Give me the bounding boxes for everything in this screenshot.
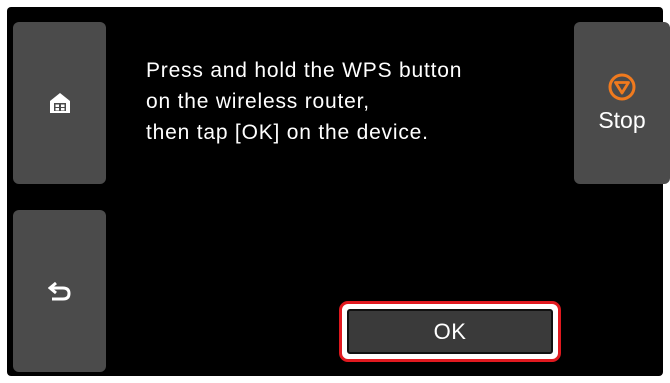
ok-label: OK <box>433 318 467 344</box>
stop-icon <box>608 73 636 101</box>
home-button[interactable] <box>13 22 106 184</box>
instruction-message: Press and hold the WPS button on the wir… <box>146 59 463 144</box>
stop-label: Stop <box>598 106 646 133</box>
printer-touch-screen: Stop Press and hold the WPS button on th… <box>0 0 670 383</box>
back-button[interactable] <box>13 210 106 372</box>
back-arrow-icon <box>47 281 72 301</box>
stop-button[interactable]: Stop <box>574 22 670 184</box>
ok-button[interactable]: OK <box>347 309 553 354</box>
home-icon <box>48 91 72 115</box>
